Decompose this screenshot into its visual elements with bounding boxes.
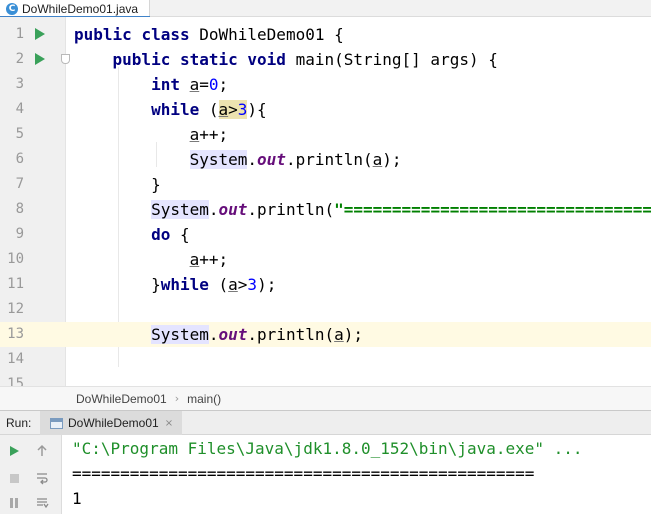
line-number: 13 [7, 326, 24, 342]
line-number: 14 [7, 351, 24, 367]
code-text: a++; [189, 250, 229, 269]
code-text: int a=0; [151, 75, 229, 94]
code-text: }while (a>3); [151, 275, 277, 294]
code-line-7[interactable]: 7 } [0, 172, 651, 197]
line-number: 1 [15, 26, 24, 42]
console-window-icon [50, 417, 63, 429]
scroll-to-end-icon[interactable] [34, 495, 50, 511]
code-line-1[interactable]: 1 public class DoWhileDemo01 { [0, 22, 651, 47]
fold-icon[interactable] [61, 54, 70, 64]
console-line-separator: ========================================… [72, 464, 535, 483]
breadcrumb-method[interactable]: main() [187, 392, 221, 406]
code-line-6[interactable]: 6 System.out.println(a); [0, 147, 651, 172]
code-line-4[interactable]: 4 while (a>3){ [0, 97, 651, 122]
code-editor[interactable]: 1 public class DoWhileDemo01 { 2 public … [0, 17, 651, 386]
line-number: 11 [7, 276, 24, 292]
java-class-icon: C [6, 2, 18, 15]
breadcrumb-separator-icon: › [174, 392, 180, 405]
code-text: a++; [189, 125, 229, 144]
code-line-9[interactable]: 9 do { [0, 222, 651, 247]
editor-tab-dowhiledemo01[interactable]: C DoWhileDemo01.java [0, 0, 150, 18]
line-number: 5 [15, 126, 24, 142]
code-line-14[interactable]: 14 [0, 347, 651, 372]
line-number: 12 [7, 301, 24, 317]
breadcrumb: DoWhileDemo01 › main() [0, 386, 651, 410]
soft-wrap-icon[interactable] [34, 470, 50, 486]
code-line-12[interactable]: 12 [0, 297, 651, 322]
line-number: 8 [15, 201, 24, 217]
line-number: 7 [15, 176, 24, 192]
code-line-5[interactable]: 5 a++; [0, 122, 651, 147]
run-tool-window-header: Run: DoWhileDemo01 × [0, 410, 651, 435]
code-text: while (a>3){ [151, 100, 267, 119]
code-line-8[interactable]: 8 System.out.println("==================… [0, 197, 651, 222]
run-method-icon[interactable] [35, 53, 45, 65]
close-icon[interactable]: × [165, 418, 173, 429]
code-text: do { [151, 225, 190, 244]
code-text: System.out.println(a); [189, 150, 402, 169]
code-text: public static void main(String[] args) { [112, 50, 498, 69]
code-line-3[interactable]: 3 int a=0; [0, 72, 651, 97]
code-text: System.out.println("====================… [151, 200, 651, 219]
pause-icon[interactable] [6, 495, 22, 511]
line-number: 6 [15, 151, 24, 167]
console-output[interactable]: "C:\Program Files\Java\jdk1.8.0_152\bin\… [62, 435, 651, 514]
code-line-11[interactable]: 11 }while (a>3); [0, 272, 651, 297]
code-text: } [151, 175, 161, 194]
line-number: 4 [15, 101, 24, 117]
code-line-2[interactable]: 2 public static void main(String[] args)… [0, 47, 651, 72]
line-number: 15 [7, 376, 24, 386]
code-line-10[interactable]: 10 a++; [0, 247, 651, 272]
rerun-icon[interactable] [6, 443, 22, 459]
line-number: 9 [15, 226, 24, 242]
run-config-tab[interactable]: DoWhileDemo01 × [40, 411, 182, 435]
console-line-output: 1 [72, 489, 82, 508]
line-number: 3 [15, 76, 24, 92]
code-line-15[interactable]: 15 [0, 372, 651, 386]
line-number: 10 [7, 251, 24, 267]
code-line-13[interactable]: 13 System.out.println(a); [0, 322, 651, 347]
run-tab-label: DoWhileDemo01 [68, 416, 159, 430]
run-class-icon[interactable] [35, 28, 45, 40]
run-panel-title: Run: [6, 416, 32, 430]
run-toolbar [0, 435, 62, 514]
editor-tab-label: DoWhileDemo01.java [22, 1, 139, 16]
code-text: System.out.println(a); [151, 325, 364, 344]
editor-tab-bar: C DoWhileDemo01.java [0, 0, 651, 18]
code-text: public class DoWhileDemo01 { [74, 25, 344, 44]
line-number: 2 [15, 51, 24, 67]
breadcrumb-class[interactable]: DoWhileDemo01 [76, 392, 167, 406]
stop-icon[interactable] [6, 470, 22, 486]
scroll-up-icon[interactable] [34, 443, 50, 459]
console-line-command[interactable]: "C:\Program Files\Java\jdk1.8.0_152\bin\… [72, 436, 583, 461]
